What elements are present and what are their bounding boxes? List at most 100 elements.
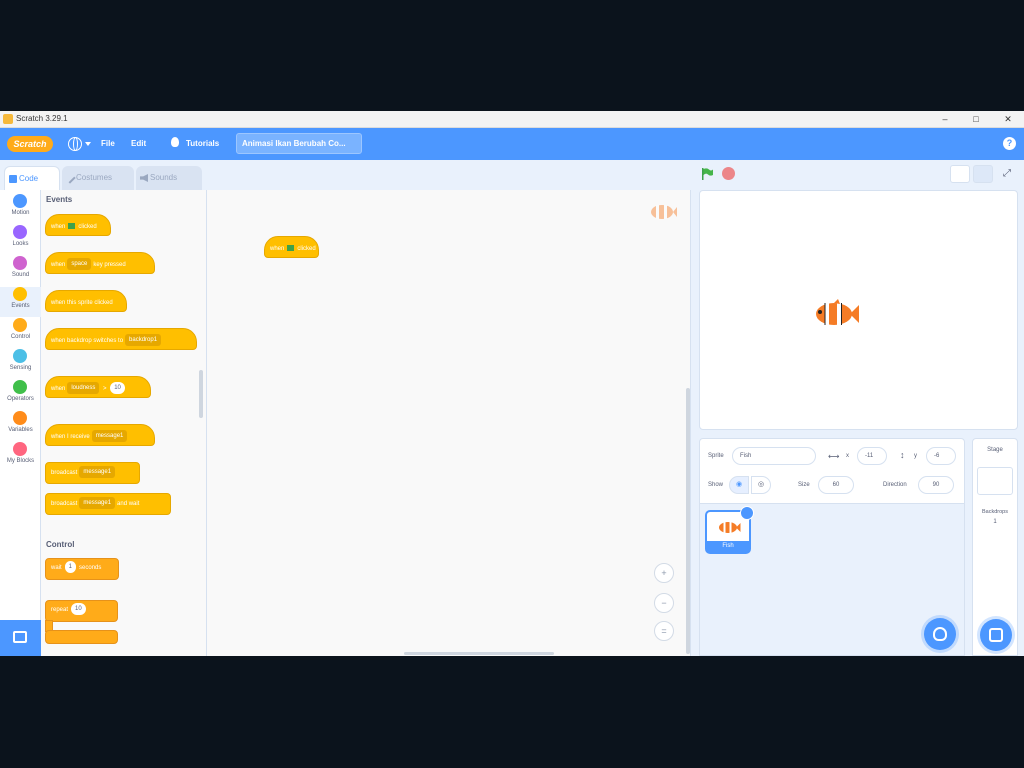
edit-menu[interactable]: Edit [131, 137, 146, 151]
block-text: key pressed [93, 262, 126, 268]
block-text: clicked [297, 246, 316, 252]
stage-thumbnail[interactable] [977, 467, 1013, 495]
y-input[interactable]: -6 [926, 447, 956, 465]
block-broadcast[interactable]: broadcast message1 [45, 462, 140, 484]
block-when-sprite-clicked[interactable]: when this sprite clicked [45, 290, 127, 312]
hide-eye-icon[interactable]: ◎ [751, 476, 771, 494]
backdrop-dropdown[interactable]: backdrop1 [125, 334, 162, 347]
block-text: when [270, 246, 285, 252]
sprite-card-fish[interactable]: Fish [705, 506, 754, 554]
project-title-input[interactable]: Animasi Ikan Berubah Co... [236, 133, 362, 154]
sensing-dot-icon [13, 349, 27, 363]
script-when-flag-clicked[interactable]: when clicked [264, 236, 319, 258]
choose-backdrop-button[interactable] [980, 619, 1012, 651]
tab-code[interactable]: Code [4, 166, 60, 190]
fish-sprite[interactable] [812, 299, 860, 329]
block-text: clicked [78, 224, 97, 230]
category-operators[interactable]: Operators [0, 380, 41, 410]
category-label: Motion [11, 210, 30, 216]
block-palette: Events when clicked when space key pressed … [41, 190, 207, 656]
language-globe-icon[interactable] [68, 137, 82, 151]
category-label: My Blocks [6, 458, 35, 464]
block-broadcast-and-wait[interactable]: broadcast message1 and wait [45, 493, 171, 515]
seconds-input[interactable]: 1 [64, 561, 77, 574]
code-horizontal-scrollbar[interactable] [404, 652, 554, 655]
extension-icon [13, 631, 27, 643]
tab-costumes[interactable]: Costumes [62, 166, 134, 190]
stage[interactable] [699, 190, 1018, 430]
minimize-button[interactable]: – [930, 112, 960, 127]
app-icon [3, 114, 13, 124]
fish-thumbnail-icon [719, 522, 741, 533]
category-label: Control [10, 334, 31, 340]
green-flag-icon [68, 223, 76, 230]
maximize-button[interactable]: □ [961, 112, 991, 127]
title-bar: Scratch 3.29.1 – □ ✕ [0, 111, 1024, 128]
message-dropdown[interactable]: message1 [91, 430, 128, 443]
category-label: Sensing [9, 365, 32, 371]
block-text: broadcast [51, 501, 78, 507]
y-label: y [914, 453, 917, 459]
message-dropdown[interactable]: message1 [79, 497, 116, 510]
menu-bar: Scratch File Edit Tutorials Animasi Ikan… [0, 128, 1024, 160]
block-when-flag-clicked[interactable]: when clicked [45, 214, 111, 236]
motion-dot-icon [13, 194, 27, 208]
category-events[interactable]: Events [0, 287, 41, 317]
stop-icon[interactable] [722, 167, 735, 180]
block-wait-seconds[interactable]: wait 1 seconds [45, 558, 119, 580]
repeat-count-input[interactable]: 10 [71, 603, 86, 616]
large-stage-button[interactable] [973, 165, 993, 183]
tutorials-menu[interactable]: Tutorials [186, 137, 219, 151]
zoom-in-button[interactable]: + [654, 563, 674, 583]
size-label: Size [798, 482, 810, 488]
stage-panel[interactable]: Stage Backdrops 1 [972, 438, 1018, 656]
tab-sounds[interactable]: Sounds [136, 166, 202, 190]
code-vertical-scrollbar[interactable] [686, 388, 690, 654]
stage-panel-title: Stage [987, 447, 1003, 453]
block-text: seconds [79, 565, 102, 571]
fullscreen-icon[interactable]: ⤢ [997, 165, 1017, 183]
code-area[interactable]: when clicked + − = [207, 190, 691, 656]
category-control[interactable]: Control [0, 318, 41, 348]
editor-tabs: Code Costumes Sounds [0, 160, 700, 190]
category-sound[interactable]: Sound [0, 256, 41, 286]
block-when-loudness[interactable]: when loudness > 10 [45, 376, 151, 398]
category-my-blocks[interactable]: My Blocks [0, 442, 41, 472]
direction-input[interactable]: 90 [918, 476, 954, 494]
category-sensing[interactable]: Sensing [0, 349, 41, 379]
close-button[interactable]: ✕ [993, 112, 1023, 127]
scratch-logo[interactable]: Scratch [7, 136, 53, 152]
tab-costumes-label: Costumes [76, 173, 113, 182]
block-when-i-receive[interactable]: when I receive message1 [45, 424, 155, 446]
sprite-name-input[interactable]: Fish [732, 447, 816, 465]
choose-sprite-button[interactable] [924, 618, 956, 650]
file-menu[interactable]: File [101, 137, 115, 151]
block-text: broadcast [51, 470, 78, 476]
category-looks[interactable]: Looks [0, 225, 41, 255]
small-stage-button[interactable] [950, 165, 970, 183]
help-icon[interactable]: ? [1003, 137, 1016, 150]
value-input[interactable]: 10 [110, 382, 125, 395]
x-input[interactable]: -11 [857, 447, 887, 465]
green-flag-icon[interactable] [701, 168, 713, 180]
category-motion[interactable]: Motion [0, 194, 41, 224]
tab-sounds-label: Sounds [150, 173, 178, 182]
block-when-backdrop-switches[interactable]: when backdrop switches to backdrop1 [45, 328, 197, 350]
block-repeat[interactable]: repeat 10 [45, 600, 118, 622]
key-dropdown[interactable]: space [67, 258, 92, 271]
show-visible-eye-icon[interactable]: ◉ [729, 476, 749, 494]
sensor-dropdown[interactable]: loudness [67, 382, 100, 395]
palette-scrollbar[interactable] [199, 370, 203, 418]
delete-sprite-trash-icon[interactable] [740, 506, 754, 520]
stage-header: ⤢ [691, 160, 1024, 190]
category-variables[interactable]: Variables [0, 411, 41, 441]
block-categories: Motion Looks Sound Events Control Sensin… [0, 190, 41, 656]
zoom-reset-button[interactable]: = [654, 621, 674, 641]
block-when-key-pressed[interactable]: when space key pressed [45, 252, 155, 274]
message-dropdown[interactable]: message1 [79, 466, 116, 479]
size-input[interactable]: 60 [818, 476, 854, 494]
add-extension-button[interactable] [0, 620, 41, 656]
x-arrows-icon: ⟷ [828, 452, 840, 461]
control-section-title: Control [46, 540, 75, 549]
zoom-out-button[interactable]: − [654, 593, 674, 613]
